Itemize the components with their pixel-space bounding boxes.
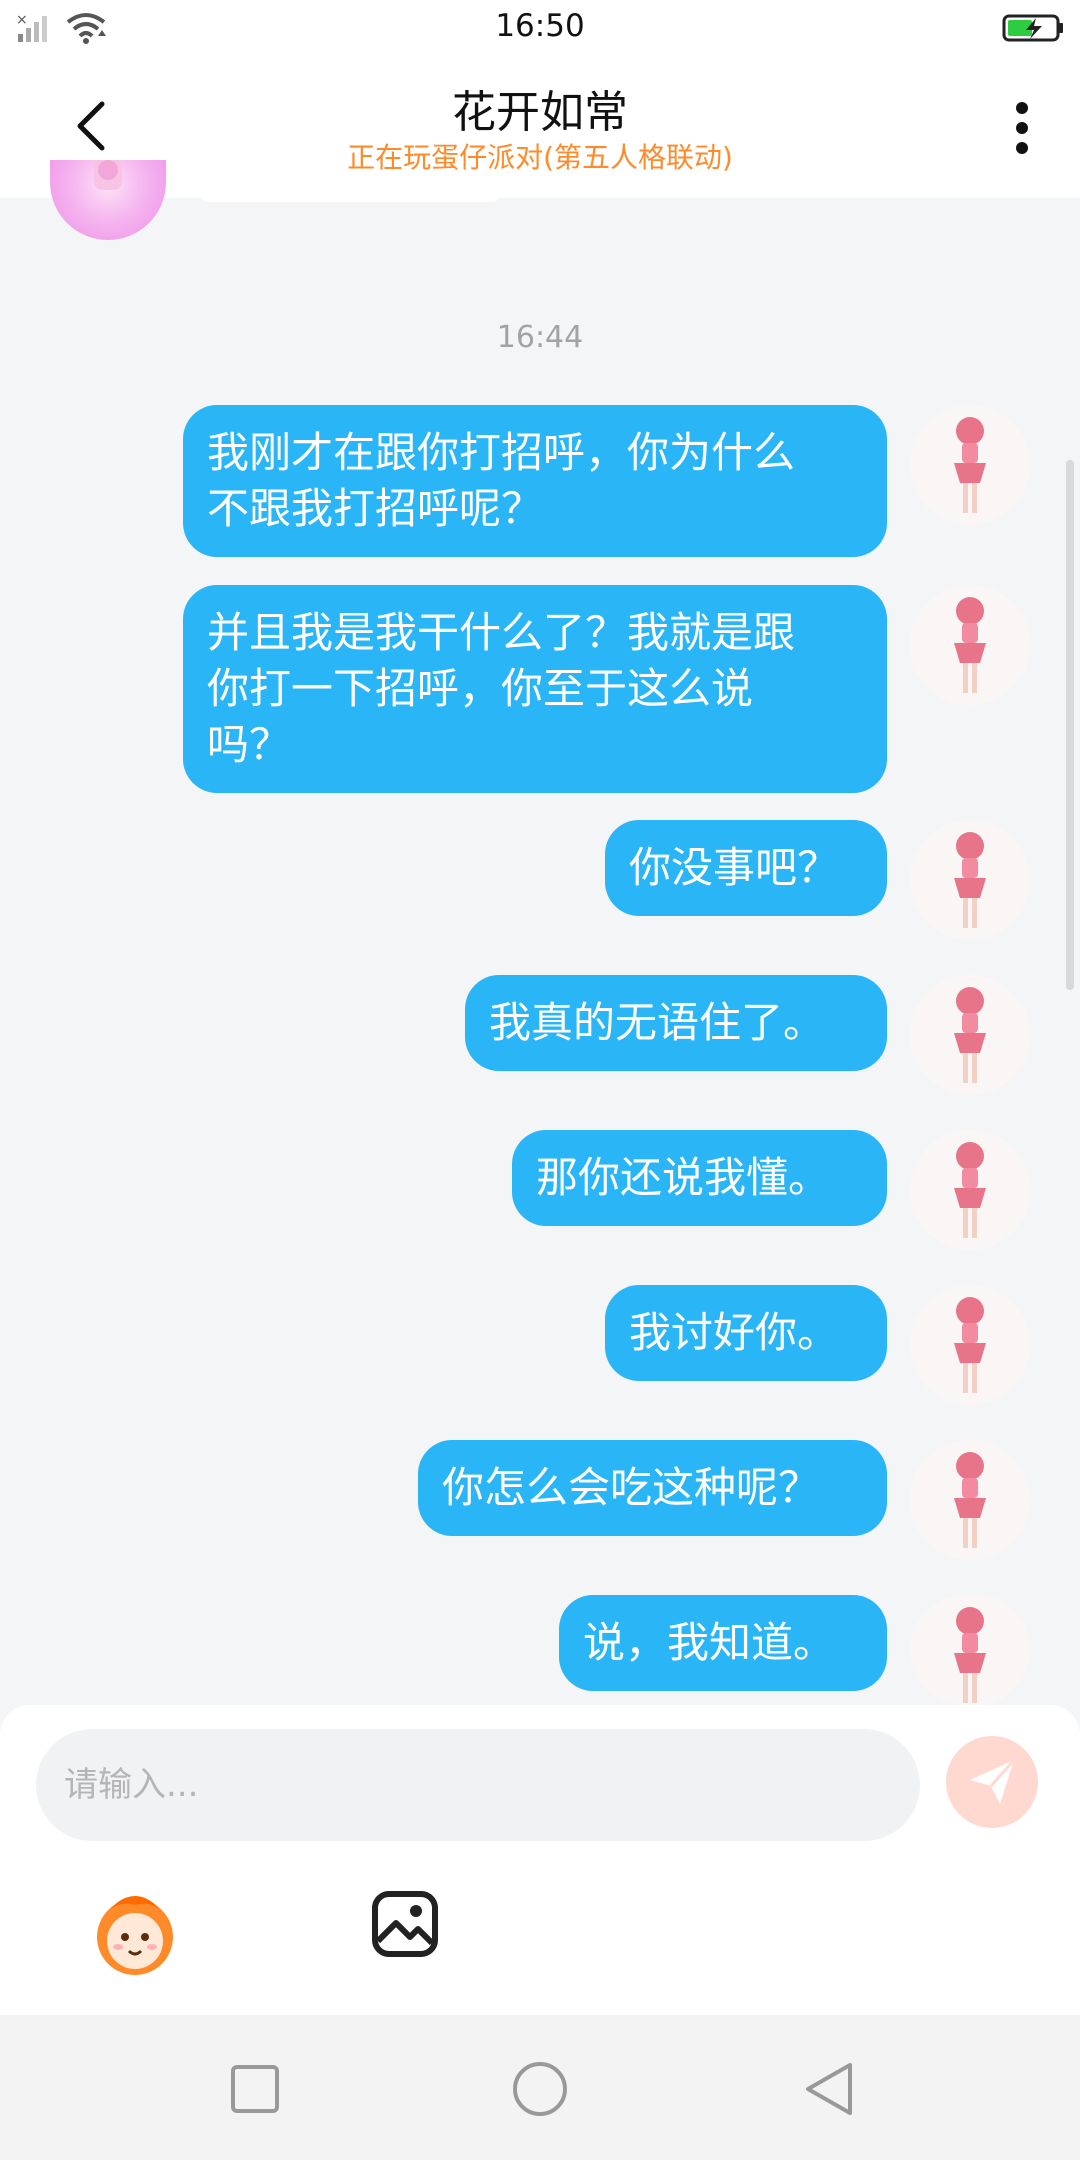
- anime-girl-avatar-icon: [954, 1452, 986, 1548]
- message-scrollbar[interactable]: [1066, 460, 1074, 990]
- message-bubble[interactable]: 你没事吧？: [605, 820, 887, 916]
- anime-girl-avatar-icon: [954, 597, 986, 693]
- system-nav-bar: [0, 2015, 1080, 2160]
- message-bubble[interactable]: 你怎么会吃这种呢？: [418, 1440, 887, 1536]
- circle-home-icon: [513, 2062, 567, 2116]
- emoji-button[interactable]: [90, 1887, 180, 1977]
- anime-girl-avatar-icon: [954, 832, 986, 928]
- anime-girl-avatar-icon: [954, 1142, 986, 1238]
- message-bubble[interactable]: 并且我是我干什么了？我就是跟 你打一下招呼，你至于这么说 吗？: [183, 585, 887, 793]
- image-button[interactable]: [370, 1889, 440, 1959]
- my-avatar[interactable]: [910, 1285, 1030, 1405]
- message-list: 我刚才在跟你打招呼，你为什么 不跟我打招呼呢？ 并且我是我干什么了？我就是跟 你…: [0, 0, 1080, 1705]
- my-avatar[interactable]: [910, 405, 1030, 525]
- message-bubble[interactable]: 说，我知道。: [559, 1595, 887, 1691]
- anime-girl-avatar-icon: [954, 1297, 986, 1393]
- my-avatar[interactable]: [910, 1130, 1030, 1250]
- send-button[interactable]: [946, 1736, 1038, 1828]
- message-bubble[interactable]: 我刚才在跟你打招呼，你为什么 不跟我打招呼呢？: [183, 405, 887, 557]
- anime-girl-avatar-icon: [954, 987, 986, 1083]
- message-bubble[interactable]: 那你还说我懂。: [512, 1130, 887, 1226]
- my-avatar[interactable]: [910, 585, 1030, 705]
- recents-button[interactable]: [225, 2059, 285, 2119]
- message-input[interactable]: [36, 1729, 920, 1841]
- chat-screen: × 16:50 花开如常 正在玩蛋仔派对(第五人格联动) 16:44 我刚才在跟…: [0, 0, 1080, 2160]
- input-panel: [0, 1705, 1080, 2015]
- back-nav-button[interactable]: [800, 2059, 860, 2119]
- anime-girl-avatar-icon: [954, 417, 986, 513]
- anime-girl-avatar-icon: [954, 1607, 986, 1703]
- emoji-icon: [97, 1896, 173, 1975]
- my-avatar[interactable]: [910, 1595, 1030, 1705]
- triangle-back-icon: [806, 2063, 852, 2115]
- send-icon: [970, 1759, 1016, 1804]
- my-avatar[interactable]: [910, 975, 1030, 1095]
- square-recents-icon: [231, 2065, 279, 2113]
- message-bubble[interactable]: 我真的无语住了。: [465, 975, 887, 1071]
- my-avatar[interactable]: [910, 820, 1030, 940]
- home-button[interactable]: [510, 2059, 570, 2119]
- message-bubble[interactable]: 我讨好你。: [605, 1285, 887, 1381]
- image-icon: [372, 1891, 438, 1957]
- my-avatar[interactable]: [910, 1440, 1030, 1560]
